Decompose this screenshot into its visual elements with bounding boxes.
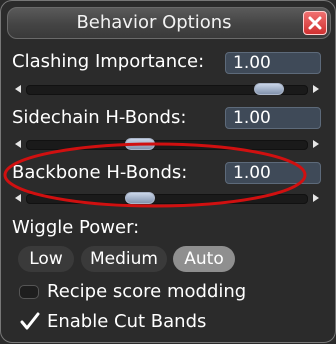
backbone-hbonds-value-field[interactable]: 1.00 <box>225 162 321 184</box>
slider-left-arrow-icon[interactable] <box>15 194 21 202</box>
title-bar[interactable]: Behavior Options <box>7 7 331 39</box>
slider-track[interactable] <box>26 138 308 150</box>
sidechain-hbonds-label: Sidechain H-Bonds: <box>12 107 187 128</box>
wiggle-power-option-medium[interactable]: Medium <box>81 246 167 272</box>
wiggle-power-label: Wiggle Power: <box>12 217 140 238</box>
enable-cut-bands-option[interactable]: Enable Cut Bands <box>19 311 319 335</box>
slider-left-arrow-icon[interactable] <box>15 140 21 148</box>
slider-thumb[interactable] <box>125 192 155 204</box>
slider-right-arrow-icon[interactable] <box>313 194 319 202</box>
clashing-importance-label: Clashing Importance: <box>12 51 205 72</box>
slider-right-arrow-icon[interactable] <box>313 140 319 148</box>
backbone-hbonds-slider[interactable] <box>12 191 322 205</box>
recipe-score-modding-checkbox[interactable] <box>19 285 39 299</box>
clashing-importance-value-field[interactable]: 1.00 <box>225 52 321 74</box>
slider-thumb[interactable] <box>125 138 155 150</box>
backbone-hbonds-label: Backbone H-Bonds: <box>12 162 188 183</box>
wiggle-power-option-auto[interactable]: Auto <box>173 246 235 272</box>
behavior-options-dialog: Behavior Options Clashing Importance: 1.… <box>0 0 336 343</box>
slider-left-arrow-icon[interactable] <box>15 85 21 93</box>
close-icon <box>308 16 322 30</box>
checkmark-icon[interactable] <box>19 311 41 333</box>
slider-thumb[interactable] <box>254 83 284 95</box>
close-button[interactable] <box>303 11 327 35</box>
slider-right-arrow-icon[interactable] <box>313 85 319 93</box>
recipe-score-modding-label: Recipe score modding <box>47 281 247 302</box>
sidechain-hbonds-slider[interactable] <box>12 137 322 151</box>
enable-cut-bands-label: Enable Cut Bands <box>47 311 207 332</box>
clashing-importance-slider[interactable] <box>12 82 322 96</box>
slider-track[interactable] <box>26 83 308 95</box>
slider-track[interactable] <box>26 192 308 204</box>
sidechain-hbonds-value-field[interactable]: 1.00 <box>225 107 321 129</box>
dialog-title: Behavior Options <box>76 12 232 33</box>
wiggle-power-option-low[interactable]: Low <box>18 246 74 272</box>
recipe-score-modding-option[interactable]: Recipe score modding <box>19 281 319 305</box>
